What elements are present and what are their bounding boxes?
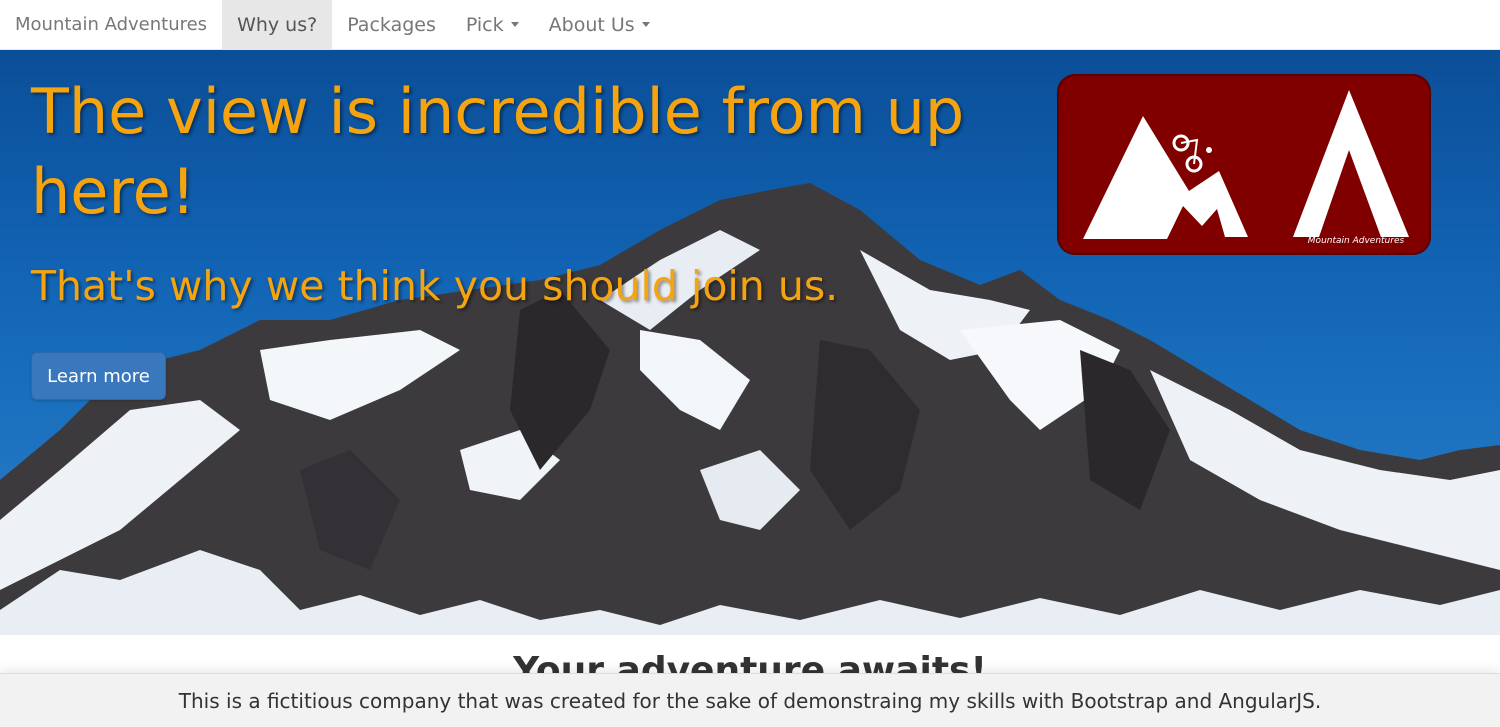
nav-packages-label: Packages xyxy=(347,13,436,36)
company-logo: Mountain Adventures xyxy=(1059,76,1429,253)
logo-caption: Mountain Adventures xyxy=(1307,236,1405,246)
fixed-footer: This is a fictitious company that was cr… xyxy=(0,673,1500,727)
nav-about-us-label: About Us xyxy=(548,13,635,36)
caret-down-icon xyxy=(510,22,519,27)
mountain-logo-icon xyxy=(1083,90,1409,239)
hero-headline: The view is incredible from up here! xyxy=(31,75,965,228)
caret-down-icon xyxy=(641,22,650,27)
nav-pick-label: Pick xyxy=(465,13,504,36)
footer-text: This is a fictitious company that was cr… xyxy=(178,688,1322,713)
nav-why-us[interactable]: Why us? xyxy=(222,0,333,49)
nav-about-us-dropdown[interactable]: About Us xyxy=(534,0,665,49)
nav-pick-dropdown[interactable]: Pick xyxy=(451,0,534,49)
brand-link[interactable]: Mountain Adventures xyxy=(0,0,222,49)
learn-more-button[interactable]: Learn more xyxy=(31,352,166,400)
top-navbar: Mountain Adventures Why us? Packages Pic… xyxy=(0,0,1500,50)
nav-why-us-label: Why us? xyxy=(237,13,318,36)
hero-subheadline: That's why we think you should join us. xyxy=(31,262,839,310)
hero-banner: The view is incredible from up here! Tha… xyxy=(0,50,1500,635)
nav-packages[interactable]: Packages xyxy=(332,0,451,49)
